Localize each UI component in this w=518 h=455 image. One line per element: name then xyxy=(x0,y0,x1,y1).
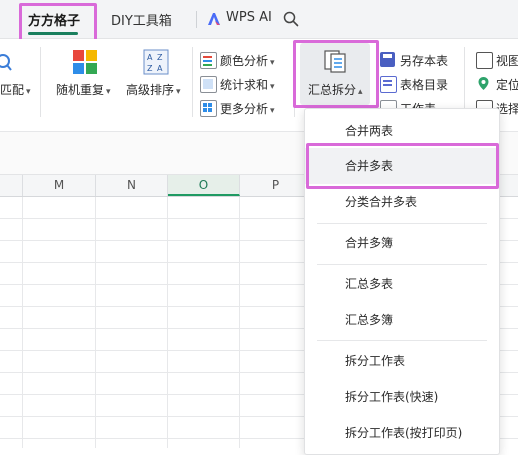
save-as-sheet-label: 另存本表 xyxy=(400,54,449,68)
sheet-catalog-button[interactable]: 表格目录 xyxy=(380,75,460,93)
count-sum-icon xyxy=(200,76,217,93)
ribbon-separator xyxy=(464,47,465,117)
menu-separator xyxy=(317,223,487,224)
locate-label: 定位 xyxy=(496,78,518,92)
chevron-down-icon: ▾ xyxy=(270,58,275,68)
menu-item-summarize-workbooks[interactable]: 汇总多簿 xyxy=(305,302,499,338)
chevron-down-icon: ▾ xyxy=(270,82,275,92)
menu-separator xyxy=(317,340,487,341)
random-repeat-label: 随机重复 xyxy=(56,83,105,97)
chevron-down-icon: ▾ xyxy=(270,106,275,116)
column-header-p[interactable]: P xyxy=(240,175,312,196)
svg-text:A: A xyxy=(157,64,163,73)
more-analysis-label: 更多分析 xyxy=(220,102,269,116)
count-sum-button[interactable]: 统计求和 ▾ xyxy=(200,75,286,93)
column-gridline xyxy=(95,197,96,448)
column-gridline xyxy=(239,197,240,448)
summarize-split-label: 汇总拆分 xyxy=(308,83,357,97)
tab-wps-ai-label: WPS AI xyxy=(226,10,272,25)
column-header-o[interactable]: O xyxy=(168,175,240,196)
menu-item-split-worksheet-by-print-page[interactable]: 拆分工作表(按打印页) xyxy=(305,415,499,451)
more-analysis-button[interactable]: 更多分析 ▾ xyxy=(200,99,286,117)
save-as-sheet-button[interactable]: 另存本表 xyxy=(380,51,460,69)
more-analysis-icon xyxy=(200,100,217,117)
view-icon xyxy=(476,52,493,69)
tab-diy-toolbox[interactable]: DIY工具箱 xyxy=(111,10,172,29)
summarize-split-button[interactable]: 汇总拆分 ▴ xyxy=(300,43,370,105)
menu-item-merge-two-sheets[interactable]: 合并两表 xyxy=(305,113,499,149)
tab-separator xyxy=(196,11,197,28)
column-header-m[interactable]: M xyxy=(23,175,96,196)
ribbon-separator xyxy=(40,47,41,117)
menu-item-merge-multiple-workbooks[interactable]: 合并多簿 xyxy=(305,225,499,261)
ribbon-separator xyxy=(192,47,193,117)
column-gridline xyxy=(22,197,23,448)
menu-item-summarize-sheets[interactable]: 汇总多表 xyxy=(305,266,499,302)
color-analysis-label: 颜色分析 xyxy=(220,54,269,68)
wps-ai-logo-icon xyxy=(208,13,220,25)
search-icon[interactable] xyxy=(283,11,299,27)
ribbon-tab-bar: 方方格子 DIY工具箱 WPS AI xyxy=(0,0,518,39)
advanced-sort-label: 高级排序 xyxy=(126,83,175,97)
save-icon xyxy=(380,52,395,67)
color-analysis-icon xyxy=(200,52,217,69)
random-grid-icon xyxy=(73,50,97,74)
sheet-catalog-label: 表格目录 xyxy=(400,78,449,92)
column-gridline xyxy=(167,197,168,448)
menu-item-merge-multiple-sheets[interactable]: 合并多表 xyxy=(305,148,499,184)
chevron-down-icon: ▾ xyxy=(176,87,181,97)
view-label: 视图 xyxy=(496,54,518,68)
locate-button[interactable]: 定位 xyxy=(476,75,518,93)
column-header-partial[interactable] xyxy=(0,175,23,196)
magnifier-partial-icon xyxy=(0,54,12,71)
ribbon-match-button[interactable]: 匹配 ▾ xyxy=(0,81,31,98)
column-header-n[interactable]: N xyxy=(96,175,168,196)
menu-item-split-worksheet[interactable]: 拆分工作表 xyxy=(305,343,499,379)
advanced-sort-button[interactable]: A Z Z A 高级排序 ▾ xyxy=(126,47,188,117)
menu-item-category-merge-sheets[interactable]: 分类合并多表 xyxy=(305,184,499,220)
chevron-up-icon: ▴ xyxy=(358,87,363,97)
active-tab-underline xyxy=(28,32,78,35)
color-analysis-button[interactable]: 颜色分析 ▾ xyxy=(200,51,286,69)
chevron-down-icon: ▾ xyxy=(26,87,31,97)
chevron-down-icon: ▾ xyxy=(106,87,111,97)
location-pin-icon xyxy=(478,77,489,90)
menu-item-split-worksheet-fast[interactable]: 拆分工作表(快速) xyxy=(305,379,499,415)
tab-fangfang-gezi[interactable]: 方方格子 xyxy=(28,10,80,29)
summarize-split-icon xyxy=(324,50,346,73)
ribbon-separator xyxy=(294,47,295,117)
sort-az-icon: A Z Z A xyxy=(143,49,169,75)
random-repeat-button[interactable]: 随机重复 ▾ xyxy=(56,47,126,117)
svg-text:Z: Z xyxy=(157,53,163,62)
view-button[interactable]: 视图 xyxy=(476,51,518,69)
menu-separator xyxy=(317,264,487,265)
summarize-split-dropdown-menu: 合并两表 合并多表 分类合并多表 合并多簿 汇总多表 汇总多簿 拆分工作表 拆分… xyxy=(304,108,500,455)
sheet-catalog-icon xyxy=(380,76,397,93)
ribbon-match-label: 匹配 xyxy=(0,83,25,97)
svg-text:A: A xyxy=(147,53,153,62)
count-sum-label: 统计求和 xyxy=(220,78,269,92)
svg-text:Z: Z xyxy=(147,64,153,73)
